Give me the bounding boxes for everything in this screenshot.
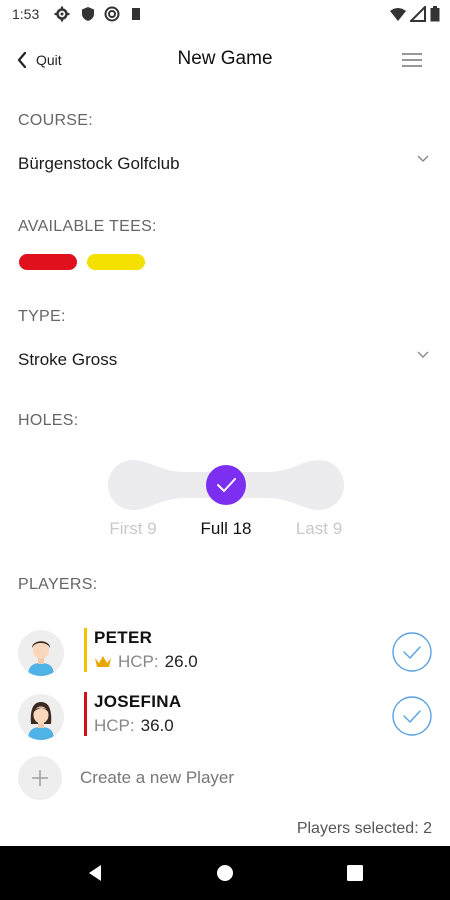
sync-circle-icon <box>104 6 120 22</box>
gear-icon <box>54 6 70 22</box>
holes-option-last9[interactable]: Last 9 <box>274 519 364 539</box>
holes-option-first9[interactable]: First 9 <box>88 519 178 539</box>
page-title: New Game <box>177 48 273 69</box>
tees-label: AVAILABLE TEES: <box>18 218 157 235</box>
holes-label: HOLES: <box>18 412 79 429</box>
recents-square-icon[interactable] <box>345 863 365 883</box>
players-selected-count: Players selected: 2 <box>296 820 432 837</box>
sd-card-icon <box>132 8 140 20</box>
type-dropdown[interactable]: Stroke Gross <box>18 342 432 376</box>
player-selected-checkbox[interactable] <box>392 632 432 672</box>
plus-icon <box>18 756 62 800</box>
create-player-button[interactable]: Create a new Player <box>18 756 432 802</box>
status-time: 1:53 <box>12 6 40 22</box>
battery-icon <box>430 6 440 22</box>
holes-option-full18[interactable]: Full 18 <box>181 519 271 539</box>
player-row[interactable]: JOSEFINA HCP: 36.0 <box>18 690 432 746</box>
wifi-icon <box>390 8 406 21</box>
hcp-label: HCP: <box>94 716 135 735</box>
signal-icon <box>410 6 426 22</box>
course-label: COURSE: <box>18 112 93 129</box>
course-value: Bürgenstock Golfclub <box>18 154 180 173</box>
system-nav-bar <box>0 846 450 900</box>
player-name: PETER <box>94 628 153 647</box>
avatar <box>18 630 64 676</box>
player-selected-checkbox[interactable] <box>392 696 432 736</box>
status-bar: 1:53 <box>0 0 450 30</box>
chevron-down-icon <box>417 351 429 358</box>
tee-red[interactable] <box>19 254 77 270</box>
players-label: PLAYERS: <box>18 576 98 593</box>
player-row[interactable]: PETER HCP: 26.0 <box>18 626 432 682</box>
player-hcp: HCP: 36.0 <box>94 716 174 736</box>
hcp-value: 26.0 <box>164 652 198 671</box>
holes-slider-thumb <box>206 465 246 505</box>
hcp-value: 36.0 <box>140 716 174 735</box>
holes-slider[interactable] <box>106 458 346 512</box>
shield-icon <box>82 7 94 21</box>
crown-icon <box>95 656 111 667</box>
avatar <box>18 694 64 740</box>
player-name: JOSEFINA <box>94 692 182 711</box>
type-value: Stroke Gross <box>18 350 118 369</box>
hcp-label: HCP: <box>118 652 159 671</box>
back-triangle-icon[interactable] <box>85 863 105 883</box>
tee-yellow[interactable] <box>87 254 145 270</box>
type-label: TYPE: <box>18 308 66 325</box>
create-player-label: Create a new Player <box>80 768 235 787</box>
hamburger-menu-icon[interactable] <box>400 50 424 70</box>
home-circle-icon[interactable] <box>215 863 235 883</box>
player-hcp: HCP: 26.0 <box>94 652 198 672</box>
player-tee-indicator <box>84 692 87 736</box>
player-tee-indicator <box>84 628 87 672</box>
chevron-down-icon <box>417 155 429 162</box>
course-dropdown[interactable]: Bürgenstock Golfclub <box>18 146 432 180</box>
